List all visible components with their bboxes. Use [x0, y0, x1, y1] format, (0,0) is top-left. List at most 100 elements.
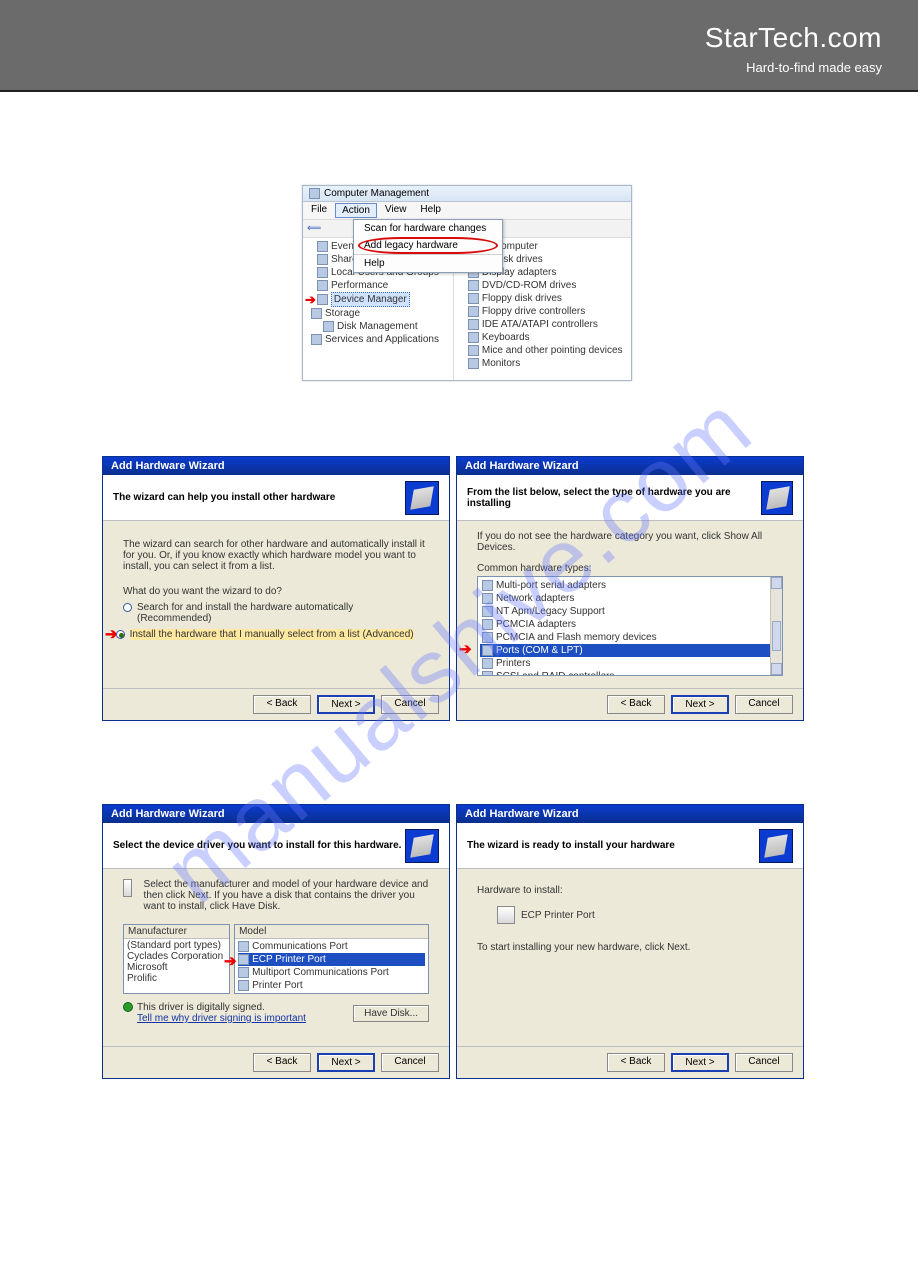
- menu-action[interactable]: Action: [335, 203, 377, 218]
- wizard-body: Select the manufacturer and model of you…: [103, 869, 449, 1049]
- tree-diskmgmt[interactable]: Disk Management: [305, 320, 451, 333]
- list-item[interactable]: NT Apm/Legacy Support: [480, 605, 780, 618]
- wizard-titlebar: Add Hardware Wizard: [457, 805, 803, 823]
- keyboard-icon: [468, 332, 479, 343]
- have-disk-button[interactable]: Have Disk...: [353, 1005, 429, 1022]
- dev-floppyctl[interactable]: Floppy drive controllers: [456, 305, 629, 318]
- next-button[interactable]: Next >: [317, 1053, 375, 1072]
- radio-manual[interactable]: Install the hardware that I manually sel…: [116, 628, 414, 641]
- computer-management-window: Computer Management File Action View Hel…: [302, 185, 632, 381]
- tree-storage[interactable]: Storage: [305, 307, 451, 320]
- services-icon: [311, 334, 322, 345]
- list-item[interactable]: Prolific: [127, 973, 226, 984]
- back-icon[interactable]: ⟸: [307, 223, 321, 234]
- back-button[interactable]: < Back: [253, 1053, 311, 1072]
- list-label: Common hardware types:: [477, 563, 783, 574]
- wizard-body: Hardware to install: ECP Printer Port To…: [457, 869, 803, 1049]
- device-icon: [482, 580, 493, 591]
- wizard-button-row: < Back Next > Cancel: [457, 688, 803, 720]
- ide-icon: [468, 319, 479, 330]
- dev-mon[interactable]: Monitors: [456, 357, 629, 370]
- controller-icon: [468, 306, 479, 317]
- dev-dvd[interactable]: DVD/CD-ROM drives: [456, 279, 629, 292]
- list-item[interactable]: (Standard port types): [127, 940, 226, 951]
- menu-file[interactable]: File: [305, 203, 333, 218]
- list-item[interactable]: Microsoft: [127, 962, 226, 973]
- list-item[interactable]: Cyclades Corporation: [127, 951, 226, 962]
- list-item[interactable]: Network adapters: [480, 592, 780, 605]
- dev-ide[interactable]: IDE ATA/ATAPI controllers: [456, 318, 629, 331]
- back-button[interactable]: < Back: [607, 695, 665, 714]
- scrollbar[interactable]: [770, 577, 782, 675]
- cancel-button[interactable]: Cancel: [381, 1053, 439, 1072]
- list-item[interactable]: Multi-port serial adapters: [480, 579, 780, 592]
- floppy-icon: [468, 293, 479, 304]
- tree-device-manager[interactable]: ➔ Device Manager: [305, 292, 451, 307]
- list-item[interactable]: PCMCIA adapters: [480, 618, 780, 631]
- wizard-heading: The wizard is ready to install your hard…: [467, 840, 675, 851]
- list-label: Network adapters: [496, 593, 574, 604]
- list-label: Communications Port: [252, 941, 348, 952]
- list-item[interactable]: PCMCIA and Flash memory devices: [480, 631, 780, 644]
- wizard-titlebar: Add Hardware Wizard: [457, 457, 803, 475]
- radio-icon: [116, 630, 125, 639]
- dev-mice[interactable]: Mice and other pointing devices: [456, 344, 629, 357]
- cancel-button[interactable]: Cancel: [381, 695, 439, 714]
- action-dropdown: Scan for hardware changes Add legacy har…: [353, 219, 503, 273]
- wizard-header: From the list below, select the type of …: [457, 475, 803, 521]
- tree-label: Services and Applications: [325, 333, 439, 346]
- toolbar: ⟸ Scan for hardware changes Add legacy h…: [303, 220, 631, 238]
- list-item[interactable]: Communications Port: [238, 940, 425, 953]
- list-item[interactable]: Multiport Communications Port: [238, 966, 425, 979]
- scroll-down-icon[interactable]: [771, 663, 782, 675]
- install-label: Hardware to install:: [477, 885, 783, 896]
- back-button[interactable]: < Back: [253, 695, 311, 714]
- list-item[interactable]: Printers: [480, 657, 780, 670]
- install-device-name: ECP Printer Port: [521, 910, 595, 921]
- menu-view[interactable]: View: [379, 203, 413, 218]
- hardware-types-list[interactable]: Multi-port serial adapters Network adapt…: [477, 576, 783, 676]
- tree-services[interactable]: Services and Applications: [305, 333, 451, 346]
- device-icon: [482, 593, 493, 604]
- menu-item-add-legacy[interactable]: Add legacy hardware: [354, 237, 502, 254]
- dev-keyb[interactable]: Keyboards: [456, 331, 629, 344]
- next-button[interactable]: Next >: [671, 1053, 729, 1072]
- tree-label: Floppy drive controllers: [482, 305, 585, 318]
- wizard-hardware-type: Add Hardware Wizard From the list below,…: [456, 456, 804, 721]
- device-icon: [482, 658, 493, 669]
- back-button[interactable]: < Back: [607, 1053, 665, 1072]
- next-button[interactable]: Next >: [317, 695, 375, 714]
- menu-item-help[interactable]: Help: [354, 254, 502, 272]
- list-item-ports[interactable]: Ports (COM & LPT): [480, 644, 780, 657]
- port-icon: [238, 954, 249, 965]
- window-titlebar: Computer Management: [303, 186, 631, 202]
- tree-label: Performance: [331, 279, 388, 292]
- list-label: Multiport Communications Port: [252, 967, 389, 978]
- menu-item-scan[interactable]: Scan for hardware changes: [354, 220, 502, 237]
- menu-help[interactable]: Help: [414, 203, 447, 218]
- list-item-ecp[interactable]: ECP Printer Port: [238, 953, 425, 966]
- cancel-button[interactable]: Cancel: [735, 1053, 793, 1072]
- list-item[interactable]: Printer Port: [238, 979, 425, 992]
- list-label: Multi-port serial adapters: [496, 580, 606, 591]
- folder-icon: [317, 241, 328, 252]
- next-button[interactable]: Next >: [671, 695, 729, 714]
- storage-icon: [311, 308, 322, 319]
- scroll-thumb[interactable]: [772, 621, 781, 651]
- tree-perf[interactable]: Performance: [305, 279, 451, 292]
- list-item[interactable]: SCSI and RAID controllers: [480, 670, 780, 676]
- manufacturer-list[interactable]: Manufacturer (Standard port types) Cycla…: [123, 924, 230, 994]
- radio-auto[interactable]: Search for and install the hardware auto…: [123, 601, 429, 625]
- port-icon: [238, 980, 249, 991]
- dev-floppy[interactable]: Floppy disk drives: [456, 292, 629, 305]
- list-label: PCMCIA and Flash memory devices: [496, 632, 657, 643]
- scroll-up-icon[interactable]: [771, 577, 782, 589]
- cancel-button[interactable]: Cancel: [735, 695, 793, 714]
- model-list[interactable]: Model Communications Port ECP Printer Po…: [234, 924, 429, 994]
- device-icon: [482, 632, 493, 643]
- wizard-intro: The wizard can search for other hardware…: [123, 539, 429, 572]
- why-signing-link[interactable]: Tell me why driver signing is important: [137, 1013, 306, 1024]
- wizard-body: The wizard can search for other hardware…: [103, 521, 449, 691]
- tree-label: Disk Management: [337, 320, 418, 333]
- app-icon: [309, 188, 320, 199]
